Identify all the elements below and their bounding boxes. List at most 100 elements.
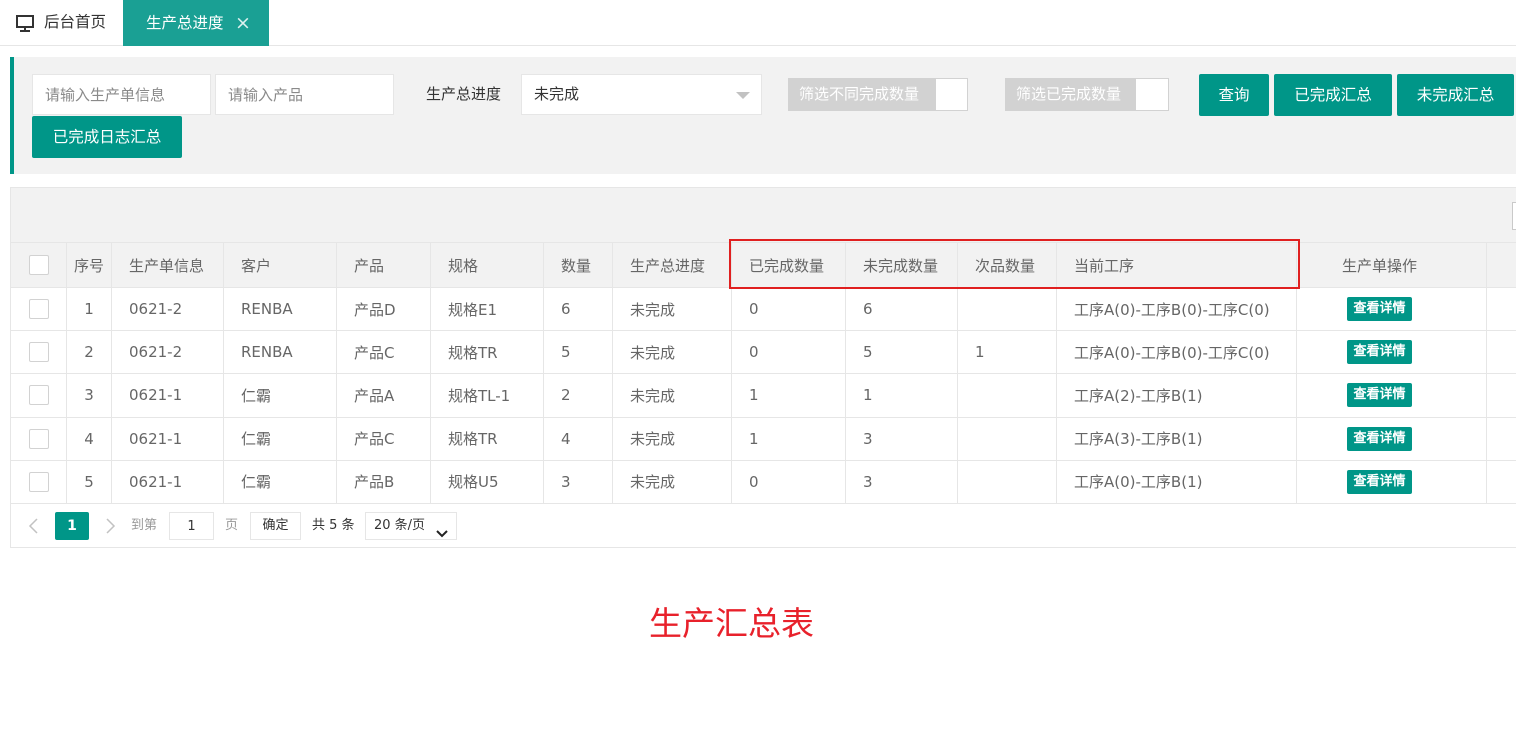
toggle-diff-knob[interactable] xyxy=(935,78,968,111)
tab-production-progress[interactable]: 生产总进度 × xyxy=(123,0,269,46)
cell-done-qty: 0 xyxy=(731,286,846,332)
cell-customer: RENBA xyxy=(223,330,337,375)
cell-spec: 规格E1 xyxy=(430,286,544,332)
monitor-icon xyxy=(16,15,34,32)
cell-quantity: 2 xyxy=(543,373,613,418)
cell-progress: 未完成 xyxy=(612,330,732,375)
cell-customer: RENBA xyxy=(223,286,337,332)
column-header-order-info: 生产单信息 xyxy=(111,242,224,288)
view-detail-button[interactable]: 查看详情 xyxy=(1347,426,1412,451)
cell-order-action: 查看详情 xyxy=(1296,286,1487,332)
production-table: 序号 生产单信息 客户 产品 规格 数量 生产总进度 已完成数量 未完成数量 次品数量 当前工序 生产… xyxy=(10,242,1516,504)
cell-defect-qty xyxy=(957,373,1057,418)
done-log-summary-button[interactable]: 已完成日志汇总 xyxy=(32,116,182,158)
column-header-spec: 规格 xyxy=(430,242,544,288)
select-cell xyxy=(10,286,67,332)
close-icon[interactable]: × xyxy=(235,0,251,46)
checkbox[interactable] xyxy=(28,385,49,406)
cell-customer: 仁霸 xyxy=(223,459,337,504)
table-body: 1 0621-2 RENBA 产品D 规格E1 6 未完成 0 6 工序A(0)-工序B(0)-工… xyxy=(10,286,1516,504)
column-header-seq: 序号 xyxy=(66,242,112,288)
toggle-diff-quantity[interactable]: 筛选不同完成数量 xyxy=(788,78,968,111)
cell-current-process: 工序A(0)-工序B(0)-工序C(0) xyxy=(1056,330,1297,375)
toolbar-filter-icon[interactable] xyxy=(1512,202,1516,230)
column-header-progress: 生产总进度 xyxy=(612,242,732,288)
toggle-done-knob[interactable] xyxy=(1135,78,1169,111)
cell-customer: 仁霸 xyxy=(223,373,337,418)
done-summary-button[interactable]: 已完成汇总 xyxy=(1274,74,1392,116)
table-toolbar xyxy=(11,188,1516,242)
toggle-done-quantity[interactable]: 筛选已完成数量 xyxy=(1005,78,1169,111)
cell-product: 产品C xyxy=(336,330,431,375)
column-header-order-action: 生产单操作 xyxy=(1296,242,1487,288)
cell-done-qty: 1 xyxy=(731,373,846,418)
cell-spec: 规格TR xyxy=(430,330,544,375)
cell-current-process: 工序A(0)-工序B(1) xyxy=(1056,459,1297,504)
chevron-down-icon xyxy=(436,522,448,538)
order-info-input[interactable] xyxy=(32,74,211,115)
select-cell xyxy=(10,330,67,375)
cell-order-action: 查看详情 xyxy=(1296,373,1487,418)
progress-label: 生产总进度 xyxy=(426,85,502,103)
chevron-left-icon[interactable] xyxy=(28,518,40,534)
cell-done-qty: 1 xyxy=(731,416,846,461)
cell-seq: 1 xyxy=(66,286,112,332)
undone-summary-button[interactable]: 未完成汇总 xyxy=(1397,74,1514,116)
query-button[interactable]: 查询 xyxy=(1199,74,1269,116)
cell-defect-qty: 1 xyxy=(957,330,1057,375)
spacer-cell xyxy=(1486,286,1516,332)
checkbox[interactable] xyxy=(28,299,49,320)
chevron-right-icon[interactable] xyxy=(104,518,116,534)
checkbox[interactable] xyxy=(28,255,49,275)
page-number-current[interactable]: 1 xyxy=(55,512,89,540)
tab-active-label: 生产总进度 xyxy=(146,14,224,32)
cell-order-action: 查看详情 xyxy=(1296,459,1487,504)
cell-seq: 3 xyxy=(66,373,112,418)
cell-quantity: 5 xyxy=(543,330,613,375)
cell-progress: 未完成 xyxy=(612,459,732,504)
checkbox[interactable] xyxy=(28,428,49,449)
total-count: 共 5 条 xyxy=(312,518,355,533)
view-detail-button[interactable]: 查看详情 xyxy=(1347,469,1412,494)
cell-current-process: 工序A(2)-工序B(1) xyxy=(1056,373,1297,418)
cell-done-qty: 0 xyxy=(731,459,846,504)
cell-spec: 规格TL-1 xyxy=(430,373,544,418)
view-detail-button[interactable]: 查看详情 xyxy=(1347,383,1412,408)
cell-current-process: 工序A(0)-工序B(0)-工序C(0) xyxy=(1056,286,1297,332)
tab-bar: 后台首页 生产总进度 × xyxy=(0,0,1516,46)
cell-undone-qty: 6 xyxy=(845,286,958,332)
checkbox[interactable] xyxy=(28,342,49,363)
toggle-done-label: 筛选已完成数量 xyxy=(1005,78,1135,111)
view-detail-button[interactable]: 查看详情 xyxy=(1347,297,1412,322)
cell-order-action: 查看详情 xyxy=(1296,330,1487,375)
goto-confirm-button[interactable]: 确定 xyxy=(250,512,301,540)
cell-order-info: 0621-2 xyxy=(111,286,224,332)
cell-done-qty: 0 xyxy=(731,330,846,375)
table-row: 2 0621-2 RENBA 产品C 规格TR 5 未完成 0 5 1 工序A(0)-工序B(0)-… xyxy=(10,330,1516,375)
table-row: 5 0621-1 仁霸 产品B 规格U5 3 未完成 0 3 工序A(0)-工序B(1) 查看详情 xyxy=(10,459,1516,504)
cell-spec: 规格U5 xyxy=(430,459,544,504)
product-input[interactable] xyxy=(215,74,394,115)
page-unit-label: 页 xyxy=(225,518,239,533)
cell-order-action: 查看详情 xyxy=(1296,416,1487,461)
progress-select-value: 未完成 xyxy=(534,85,580,103)
checkbox[interactable] xyxy=(28,471,49,492)
toggle-diff-label: 筛选不同完成数量 xyxy=(788,78,935,111)
spacer-cell xyxy=(1486,330,1516,375)
cell-product: 产品B xyxy=(336,459,431,504)
cell-seq: 4 xyxy=(66,416,112,461)
tab-home[interactable]: 后台首页 xyxy=(0,0,123,45)
cell-undone-qty: 5 xyxy=(845,330,958,375)
column-header-current-process: 当前工序 xyxy=(1056,242,1297,288)
page-size-select[interactable]: 20 条/页 xyxy=(365,512,457,540)
spacer-cell xyxy=(1486,459,1516,504)
goto-page-input[interactable] xyxy=(169,512,214,540)
progress-select[interactable]: 未完成 xyxy=(521,74,762,115)
cell-order-info: 0621-1 xyxy=(111,416,224,461)
view-detail-button[interactable]: 查看详情 xyxy=(1347,340,1412,365)
column-header-quantity: 数量 xyxy=(543,242,613,288)
header-row: 序号 生产单信息 客户 产品 规格 数量 生产总进度 已完成数量 未完成数量 次品数量 当前工序 生产… xyxy=(10,242,1516,288)
table-row: 1 0621-2 RENBA 产品D 规格E1 6 未完成 0 6 工序A(0)-工序B(0)-工… xyxy=(10,286,1516,332)
cell-seq: 2 xyxy=(66,330,112,375)
cell-progress: 未完成 xyxy=(612,373,732,418)
